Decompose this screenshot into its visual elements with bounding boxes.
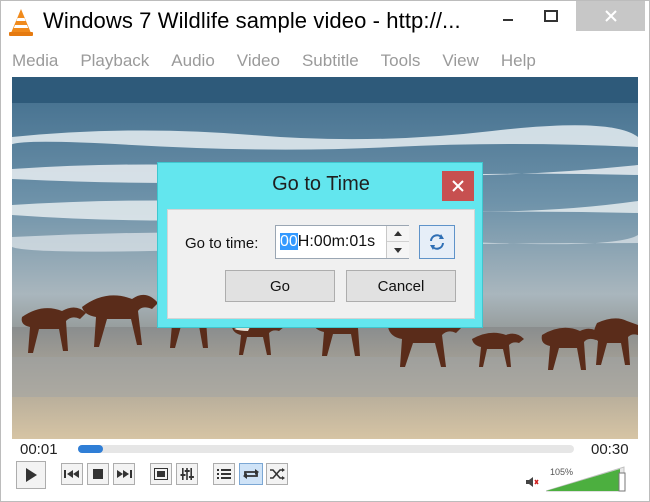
minimize-button[interactable] [485, 1, 531, 31]
shuffle-button[interactable] [266, 463, 288, 485]
maximize-icon [544, 10, 558, 22]
maximize-button[interactable] [528, 1, 574, 31]
time-remainder: H:00m:01s [297, 233, 376, 250]
minimize-icon [503, 19, 513, 21]
close-icon [604, 10, 617, 22]
fullscreen-button[interactable] [150, 463, 172, 485]
dialog-title: Go to Time [272, 173, 370, 195]
spin-up-button[interactable] [387, 226, 409, 242]
equalizer-sliders-icon [180, 468, 194, 480]
speaker-muted-icon[interactable] [525, 475, 539, 489]
loop-icon [243, 469, 259, 479]
extended-settings-button[interactable] [176, 463, 198, 485]
menu-media[interactable]: Media [9, 49, 61, 73]
caret-up-icon [394, 231, 402, 236]
menu-subtitle[interactable]: Subtitle [299, 49, 362, 73]
close-icon [452, 180, 464, 192]
playlist-icon [217, 469, 231, 479]
time-hours-selected: 00 [280, 233, 298, 250]
next-button[interactable] [113, 463, 135, 485]
refresh-icon [430, 234, 444, 250]
previous-button[interactable] [61, 463, 83, 485]
fullscreen-icon [154, 468, 168, 480]
window-title: Windows 7 Wildlife sample video - http:/… [43, 8, 461, 33]
menu-help[interactable]: Help [498, 49, 539, 73]
go-to-time-label: Go to time: [185, 235, 259, 252]
menu-audio[interactable]: Audio [168, 49, 217, 73]
playlist-button[interactable] [213, 463, 235, 485]
loop-button[interactable] [239, 463, 263, 485]
caret-down-icon [394, 247, 402, 253]
dialog-close-button[interactable] [442, 171, 474, 201]
play-icon [26, 468, 37, 482]
reset-time-button[interactable] [419, 225, 455, 259]
previous-icon [64, 470, 79, 478]
menu-view[interactable]: View [439, 49, 482, 73]
time-spinner [386, 226, 409, 258]
play-button[interactable] [16, 461, 46, 489]
stop-button[interactable] [87, 463, 109, 485]
seek-bar[interactable] [78, 445, 574, 453]
current-time: 00:01 [20, 441, 58, 458]
vlc-cone-icon [9, 9, 33, 36]
close-button[interactable] [576, 1, 645, 31]
menu-tools[interactable]: Tools [378, 49, 424, 73]
stop-icon [93, 469, 103, 479]
dialog-body: Go to time: 00H:00m:01s Go Cancel [167, 209, 475, 319]
title-bar[interactable]: Windows 7 Wildlife sample video - http:/… [1, 1, 649, 45]
cancel-button[interactable]: Cancel [346, 270, 456, 302]
next-icon [117, 470, 132, 478]
go-to-time-dialog: Go to Time Go to time: 00H:00m:01s Go Ca… [157, 162, 483, 328]
total-time: 00:30 [591, 441, 629, 458]
volume-slider[interactable] [546, 463, 626, 493]
menu-playback[interactable]: Playback [77, 49, 152, 73]
menu-video[interactable]: Video [234, 49, 283, 73]
spin-down-button[interactable] [387, 242, 409, 258]
menu-bar: Media Playback Audio Video Subtitle Tool… [1, 47, 649, 75]
seek-bar-progress [78, 445, 103, 453]
go-button[interactable]: Go [225, 270, 335, 302]
shuffle-icon [270, 468, 285, 480]
